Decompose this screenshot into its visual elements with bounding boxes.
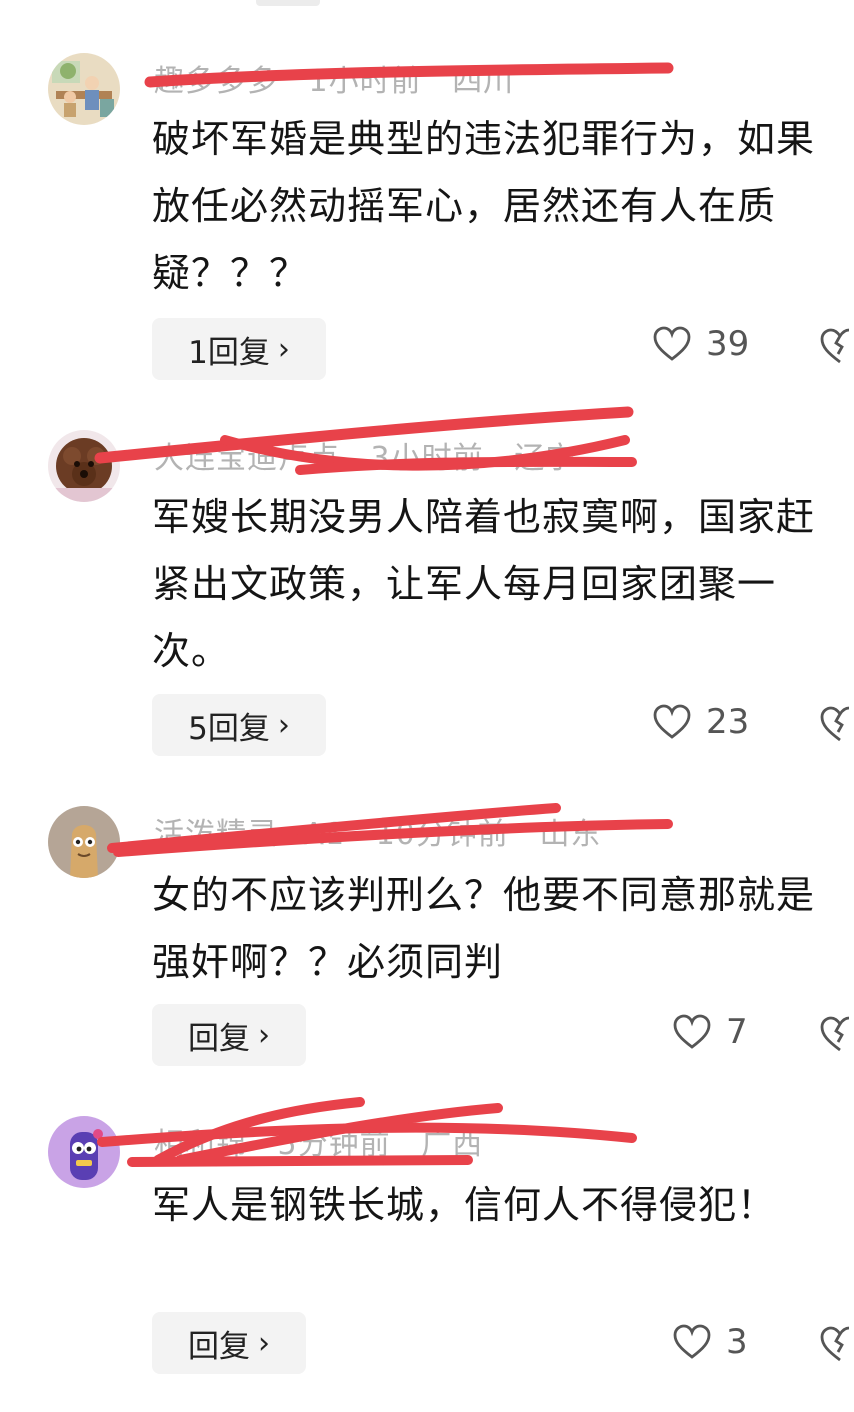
comment-text: 破坏军婚是典型的违法犯罪行为，如果放任必然动摇军心，居然还有人在质疑？？？: [152, 117, 816, 295]
username[interactable]: 趣多多多: [154, 64, 278, 99]
like-count: 23: [706, 702, 750, 742]
avatar[interactable]: [48, 1116, 120, 1188]
comment-meta: 趣多多多 1小时前 四川: [154, 56, 534, 100]
like-count: 39: [706, 324, 750, 364]
like-count: 7: [726, 1012, 748, 1052]
like-button[interactable]: 3: [672, 1322, 748, 1362]
username[interactable]: 活泼精灵wA1: [154, 817, 345, 852]
heart-outline-icon: [653, 326, 691, 361]
reply-count: 回复: [188, 1020, 250, 1057]
timestamp: 1小时前: [308, 64, 422, 99]
comment-text: 军人是钢铁长城，信何人不得侵犯！: [152, 1183, 777, 1227]
location: 广西: [421, 1127, 484, 1162]
chevron-right-icon: ›: [258, 1325, 270, 1361]
reply-button[interactable]: 回复 ›: [152, 1312, 306, 1374]
reply-button[interactable]: 1回复 ›: [152, 318, 326, 380]
timestamp: 3小时前: [370, 441, 484, 476]
avatar[interactable]: [48, 53, 120, 125]
broken-heart-outline-icon: [820, 706, 850, 742]
reply-button[interactable]: 回复 ›: [152, 1004, 306, 1066]
location: 山东: [539, 817, 602, 852]
username[interactable]: 大连宝迪卢点: [154, 441, 340, 476]
heart-outline-icon: [673, 1324, 711, 1359]
timestamp: 5分钟前: [277, 1127, 391, 1162]
comment-text: 军嫂长期没男人陪着也寂寞啊，国家赶紧出文政策，让军人每月回家团聚一次。: [152, 495, 816, 673]
location: 四川: [452, 64, 515, 99]
like-count: 3: [726, 1322, 748, 1362]
comment-text: 女的不应该判刑么？他要不同意那就是强奸啊？？必须同判: [152, 873, 816, 984]
reply-button[interactable]: 5回复 ›: [152, 694, 326, 756]
heart-outline-icon: [673, 1014, 711, 1049]
dislike-button[interactable]: [818, 704, 854, 748]
chevron-right-icon: ›: [258, 1017, 270, 1053]
reply-count: 1回复: [188, 334, 270, 371]
heart-outline-icon: [653, 704, 691, 739]
broken-heart-outline-icon: [820, 1016, 850, 1052]
location: 辽宁: [514, 441, 577, 476]
comment-meta: 相和锦 5分钟前 广西: [154, 1119, 503, 1163]
broken-heart-outline-icon: [820, 1326, 850, 1362]
like-button[interactable]: 39: [652, 324, 749, 364]
dislike-button[interactable]: [818, 326, 854, 370]
dislike-button[interactable]: [818, 1014, 854, 1058]
reply-count: 5回复: [188, 710, 270, 747]
reply-count: 回复: [188, 1328, 250, 1365]
previous-item-edge: [256, 0, 320, 6]
chevron-right-icon: ›: [277, 331, 290, 367]
avatar[interactable]: [48, 806, 120, 878]
like-button[interactable]: 7: [672, 1012, 748, 1052]
chevron-right-icon: ›: [277, 707, 290, 743]
avatar[interactable]: [48, 430, 120, 502]
comment-meta: 大连宝迪卢点 3小时前 辽宁: [154, 433, 596, 477]
broken-heart-outline-icon: [820, 328, 850, 364]
comment-meta: 活泼精灵wA1 10分钟前 山东: [154, 809, 621, 853]
timestamp: 10分钟前: [375, 817, 509, 852]
username[interactable]: 相和锦: [154, 1127, 247, 1162]
dislike-button[interactable]: [818, 1324, 854, 1368]
like-button[interactable]: 23: [652, 702, 749, 742]
